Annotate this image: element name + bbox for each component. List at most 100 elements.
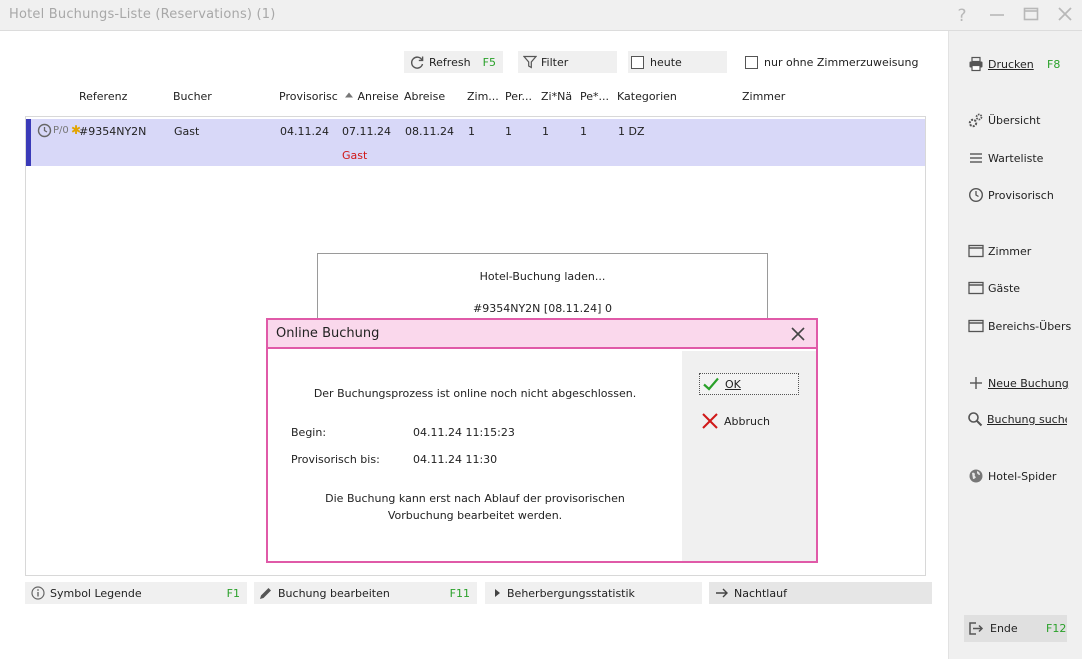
sidebar-label-zimmer: Zimmer — [988, 244, 1032, 258]
cell-sub-label: Gast — [342, 149, 368, 162]
window-icon — [967, 243, 984, 260]
dialog-button-panel: OK Abbruch — [682, 351, 816, 561]
sidebar-label-gaeste: Gäste — [988, 281, 1021, 295]
symbol-legend-button[interactable]: Symbol Legende F1 — [25, 582, 247, 604]
drucken-shortcut: F8 — [1047, 57, 1061, 71]
ok-label: OK — [725, 377, 741, 391]
exit-icon — [968, 621, 984, 636]
sidebar-item-provisorisch[interactable]: Provisorisch — [967, 185, 1054, 205]
cell-abreise: 08.11.24 — [405, 125, 454, 138]
cell-zim: 1 — [468, 125, 475, 138]
dialog-title: Online Buchung — [276, 326, 380, 341]
help-icon[interactable]: ? — [952, 6, 972, 26]
night-audit-button[interactable]: Nachtlauf — [709, 582, 932, 604]
cancel-button[interactable]: Abbruch — [699, 410, 799, 432]
col-anreise-label: Anreise — [357, 90, 399, 103]
col-per[interactable]: Per... — [505, 90, 532, 103]
right-sidebar: Drucken F8 Übersicht Warteliste Provisor… — [948, 31, 1082, 659]
cancel-label: Abbruch — [724, 414, 771, 428]
title-bar: Hotel Buchungs-Liste (Reservations) (1) … — [0, 0, 1082, 31]
heute-toggle[interactable]: heute — [628, 51, 727, 73]
night-audit-label: Nachtlauf — [734, 586, 787, 600]
sidebar-label-provisorisch: Provisorisch — [988, 188, 1054, 202]
filter-button[interactable]: Filter — [518, 51, 617, 73]
sidebar-item-zimmer[interactable]: Zimmer — [967, 241, 1031, 261]
dialog-message: Der Buchungsprozess ist online noch nich… — [313, 387, 637, 400]
sidebar-item-neue-buchung[interactable]: Neue Buchung — [967, 373, 1069, 393]
filter-icon — [523, 55, 537, 69]
check-icon — [702, 376, 720, 392]
cell-per: 1 — [505, 125, 512, 138]
cell-referenz: #9354NY2N — [79, 125, 147, 138]
sidebar-label-uebersicht: Übersicht — [988, 113, 1041, 127]
dialog-note-line1: Die Buchung kann erst nach Ablauf der pr… — [325, 492, 625, 505]
sidebar-label-buchung-suche: Buchung suche — [987, 412, 1067, 426]
plus-icon — [967, 375, 984, 392]
list-icon — [967, 150, 984, 167]
triangle-right-icon — [494, 588, 502, 598]
dialog-close-icon[interactable] — [788, 324, 808, 344]
refresh-icon — [409, 54, 425, 70]
arrow-right-icon — [715, 587, 729, 599]
sidebar-label-warteliste: Warteliste — [988, 151, 1044, 165]
info-icon — [31, 586, 45, 600]
table-row[interactable]: P/0 ✱ #9354NY2N Gast 04.11.24 07.11.24 0… — [26, 119, 925, 166]
col-pe[interactable]: Pe*... — [580, 90, 609, 103]
prov-label: Provisorisch bis: — [291, 453, 380, 466]
sidebar-item-buchung-suche[interactable]: Buchung suche — [967, 409, 1067, 429]
col-kategorien[interactable]: Kategorien — [617, 90, 677, 103]
window-icon — [967, 280, 984, 297]
heute-checkbox[interactable] — [631, 55, 644, 69]
symbol-legend-shortcut: F1 — [226, 586, 240, 600]
col-provisorisch[interactable]: Provisorisc — [279, 90, 338, 103]
minimize-icon[interactable] — [987, 6, 1007, 26]
cell-bucher: Gast — [174, 125, 200, 138]
loading-panel: Hotel-Buchung laden... #9354NY2N [08.11.… — [317, 253, 768, 323]
cell-anreise: 07.11.24 — [342, 125, 391, 138]
sidebar-label-drucken: Drucken — [988, 57, 1034, 71]
close-icon[interactable] — [1055, 6, 1075, 26]
col-anreise[interactable]: Anreise — [344, 90, 399, 103]
sidebar-item-gaeste[interactable]: Gäste — [967, 278, 1020, 298]
ende-button[interactable]: Ende F12 — [964, 615, 1067, 642]
sidebar-item-spider[interactable]: Hotel-Spider — [967, 466, 1056, 486]
col-zim[interactable]: Zim... — [467, 90, 499, 103]
filter-label: Filter — [541, 55, 569, 69]
row-selection-marker — [26, 119, 31, 166]
statistics-button[interactable]: Beherbergungsstatistik — [485, 582, 702, 604]
sidebar-item-bereichs[interactable]: Bereichs-Übers — [967, 316, 1071, 336]
col-bucher[interactable]: Bucher — [173, 90, 212, 103]
window-icon — [967, 318, 984, 335]
refresh-label: Refresh — [429, 55, 471, 69]
dialog-title-bar: Online Buchung — [268, 320, 816, 349]
clock-icon — [37, 123, 52, 141]
begin-label: Begin: — [291, 426, 327, 439]
ok-button[interactable]: OK — [699, 373, 799, 395]
zimmer-filter-toggle[interactable]: nur ohne Zimmerzuweisung — [742, 51, 918, 73]
col-zina[interactable]: Zi*Nä — [541, 90, 572, 103]
col-referenz[interactable]: Referenz — [79, 90, 127, 103]
sidebar-item-warteliste[interactable]: Warteliste — [967, 148, 1043, 168]
col-zimmer[interactable]: Zimmer — [742, 90, 785, 103]
zimmer-filter-checkbox[interactable] — [745, 55, 758, 69]
sidebar-item-uebersicht[interactable]: Übersicht — [967, 110, 1040, 130]
maximize-icon[interactable] — [1021, 6, 1041, 26]
cell-kategorien: 1 DZ — [618, 125, 645, 138]
dialog-note-line2: Vorbuchung bearbeitet werden. — [387, 509, 563, 522]
statistics-label: Beherbergungsstatistik — [507, 586, 635, 600]
edit-booking-button[interactable]: Buchung bearbeiten F11 — [254, 582, 477, 604]
refresh-button[interactable]: Refresh F5 — [404, 51, 503, 73]
cell-zina: 1 — [542, 125, 549, 138]
globe-icon — [967, 468, 984, 485]
sidebar-item-drucken[interactable]: Drucken F8 — [967, 54, 1060, 74]
sidebar-label-neue-buchung: Neue Buchung — [988, 376, 1069, 390]
gears-icon — [967, 112, 984, 129]
loading-text: Hotel-Buchung laden... — [479, 270, 606, 283]
clock-icon — [967, 187, 984, 204]
search-icon — [967, 411, 983, 428]
col-abreise[interactable]: Abreise — [404, 90, 445, 103]
heute-label: heute — [650, 55, 682, 69]
row-symbols: P/0 — [53, 125, 69, 136]
printer-icon — [967, 56, 984, 73]
loading-reference: #9354NY2N [08.11.24] 0 — [473, 302, 612, 315]
